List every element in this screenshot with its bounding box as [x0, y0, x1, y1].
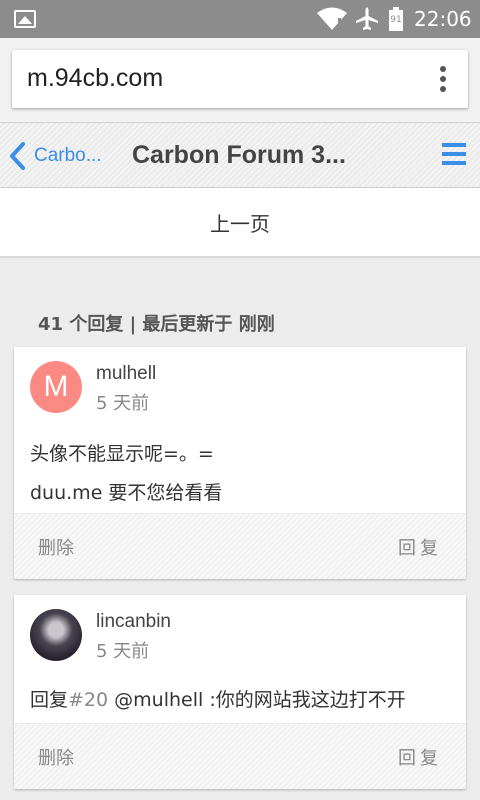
airplane-icon — [356, 7, 378, 30]
menu-icon[interactable] — [442, 143, 466, 167]
status-bar: 91 22:06 — [0, 0, 480, 38]
back-label: Carbo... — [34, 145, 102, 166]
image-icon — [14, 10, 36, 28]
prev-page-button[interactable]: 上一页 — [0, 188, 480, 258]
post-time: 5 天前 — [96, 641, 150, 662]
post-content-line: 回复#20 @mulhell :你的网站我这边打不开 — [30, 685, 406, 712]
avatar-letter: M — [43, 370, 69, 403]
username[interactable]: mulhell — [96, 363, 156, 385]
battery-icon: 91 — [389, 7, 403, 31]
wifi-icon — [317, 7, 347, 30]
post-actions: 删除 回复 — [14, 513, 466, 579]
page-title: Carbon Forum 3... — [132, 141, 346, 169]
reply-button[interactable]: 回复 — [398, 744, 442, 770]
post-content-line: duu.me 要不您给看看 — [30, 482, 223, 504]
delete-button[interactable]: 删除 — [38, 744, 74, 770]
forum-header: Carbo... Carbon Forum 3... — [0, 122, 480, 188]
prev-page-label: 上一页 — [210, 212, 270, 236]
battery-level: 91 — [390, 15, 401, 25]
url-text[interactable]: m.94cb.com — [27, 64, 163, 93]
delete-button[interactable]: 删除 — [38, 534, 74, 560]
avatar[interactable] — [30, 609, 82, 661]
reply-prefix: 回复 — [30, 689, 69, 711]
browser-toolbar: m.94cb.com — [0, 38, 480, 122]
post-time: 5 天前 — [96, 393, 150, 414]
url-bar[interactable]: m.94cb.com — [12, 50, 468, 108]
reply-text: @mulhell :你的网站我这边打不开 — [108, 689, 406, 711]
post-actions: 删除 回复 — [14, 723, 466, 789]
reply-summary: 41 个回复 | 最后更新于 刚刚 — [38, 314, 275, 335]
reply-ref-link[interactable]: #20 — [68, 689, 108, 711]
chevron-left-icon — [10, 142, 25, 170]
reply-button[interactable]: 回复 — [398, 534, 442, 560]
avatar[interactable]: M — [30, 361, 82, 413]
post-content-line: 头像不能显示呢=。= — [30, 443, 214, 465]
username[interactable]: lincanbin — [96, 611, 171, 633]
post-card: lincanbin 5 天前 回复#20 @mulhell :你的网站我这边打不… — [14, 595, 466, 789]
more-vert-icon[interactable] — [440, 66, 446, 92]
back-button[interactable]: Carbo... — [8, 139, 102, 173]
post-card: M mulhell 5 天前 头像不能显示呢=。= duu.me 要不您给看看 … — [14, 347, 466, 579]
status-time: 22:06 — [414, 7, 472, 31]
